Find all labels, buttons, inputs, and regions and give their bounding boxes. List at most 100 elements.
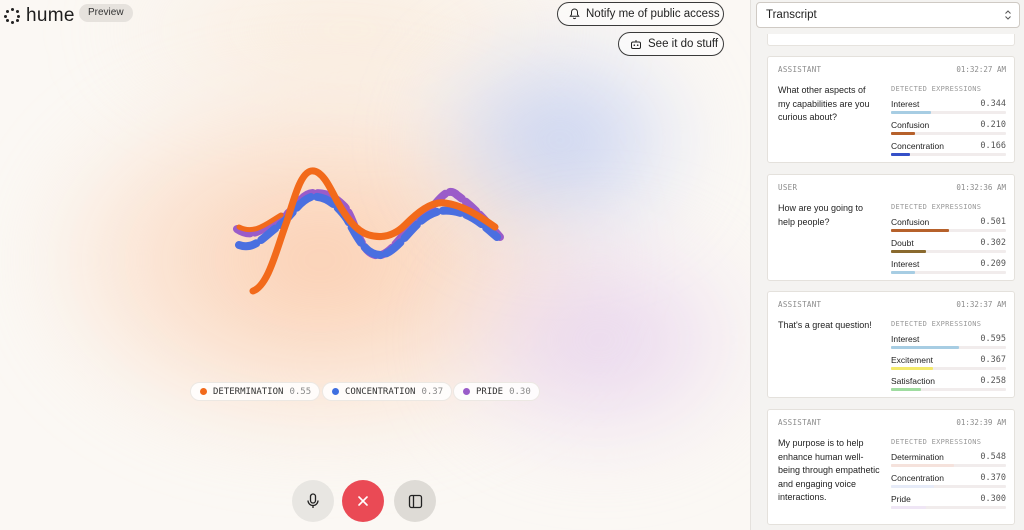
message-card: ASSISTANT 01:32:37 AM That's a great que…	[767, 291, 1015, 398]
expression-name: Determination	[891, 452, 944, 462]
pride-dot-icon	[463, 388, 470, 395]
expression-name: Pride	[891, 494, 911, 504]
see-label: See it do stuff	[648, 38, 719, 50]
expression-bar	[891, 271, 916, 274]
robot-icon	[631, 39, 641, 49]
expression-score: 0.209	[980, 259, 1006, 269]
message-role: ASSISTANT	[778, 65, 822, 74]
expression-name: Excitement	[891, 355, 934, 365]
expression-bar	[891, 250, 926, 253]
expression-row: Doubt 0.302	[891, 235, 1006, 256]
chevron-up-down-icon	[1005, 10, 1011, 20]
expression-name: Interest	[891, 99, 920, 109]
notify-label: Notify me of public access	[586, 8, 720, 20]
expressions-header: DETECTED EXPRESSIONS	[891, 85, 982, 93]
microphone-icon	[307, 493, 319, 508]
message-time: 01:32:37 AM	[956, 300, 1006, 309]
expression-bar	[891, 153, 911, 156]
message-role: ASSISTANT	[778, 300, 822, 309]
message-role: ASSISTANT	[778, 418, 822, 427]
close-icon	[358, 496, 368, 506]
transcript-list[interactable]: ASSISTANT 01:32:27 AM What other aspects…	[751, 34, 1024, 530]
expression-name: Concentration	[891, 141, 944, 151]
transcript-panel: Transcript ASSISTANT 01:32:27 AM What ot…	[750, 0, 1024, 530]
mic-button[interactable]	[292, 480, 334, 522]
logo-text: hume	[26, 5, 75, 26]
see-it-do-stuff-button[interactable]: See it do stuff	[618, 32, 724, 56]
preview-badge: Preview	[79, 4, 133, 22]
expressions-header: DETECTED EXPRESSIONS	[891, 320, 982, 328]
determination-dot-icon	[200, 388, 207, 395]
expression-score: 0.344	[980, 99, 1006, 109]
expression-bar	[891, 485, 934, 488]
expression-bar	[891, 346, 960, 349]
expression-row: Satisfaction 0.258	[891, 373, 1006, 394]
expression-waveform	[233, 167, 504, 295]
expression-bar	[891, 388, 921, 391]
expression-name: Confusion	[891, 120, 930, 130]
expression-name: Confusion	[891, 217, 930, 227]
expression-bar	[891, 229, 949, 232]
expression-score: 0.367	[980, 355, 1006, 365]
expression-score: 0.258	[980, 376, 1006, 386]
message-time: 01:32:39 AM	[956, 418, 1006, 427]
bell-icon	[569, 8, 580, 20]
expression-name: Interest	[891, 259, 920, 269]
message-card: ASSISTANT 01:32:27 AM What other aspects…	[767, 56, 1015, 163]
sidebar-toggle-icon	[408, 494, 422, 508]
previous-message-card	[767, 34, 1015, 46]
expression-row: Interest 0.595	[891, 331, 1006, 352]
message-card: USER 01:32:36 AM How are you going to he…	[767, 174, 1015, 281]
expression-row: Interest 0.209	[891, 256, 1006, 277]
expression-bar	[891, 506, 926, 509]
expression-bar	[891, 464, 955, 467]
expression-row: Confusion 0.501	[891, 214, 1006, 235]
message-text: That's a great question!	[778, 320, 872, 330]
legend-label: CONCENTRATION	[345, 386, 416, 397]
determination-wave	[249, 167, 499, 295]
detected-expressions: DETECTED EXPRESSIONS Interest 0.344 Confu…	[891, 85, 1006, 159]
end-call-button[interactable]	[342, 480, 384, 522]
hume-logo[interactable]: hume	[4, 5, 75, 27]
expressions-header: DETECTED EXPRESSIONS	[891, 438, 982, 446]
expression-row: Concentration 0.370	[891, 470, 1006, 491]
expression-row: Interest 0.344	[891, 96, 1006, 117]
legend-value: 0.55	[289, 386, 312, 397]
concentration-dot-icon	[332, 388, 339, 395]
legend-item-pride: PRIDE 0.30	[453, 382, 540, 401]
toggle-panel-button[interactable]	[394, 480, 436, 522]
expression-row: Pride 0.300	[891, 491, 1006, 512]
view-select[interactable]: Transcript	[756, 2, 1020, 28]
view-select-value: Transcript	[766, 9, 817, 21]
legend-item-concentration: CONCENTRATION 0.37	[322, 382, 453, 401]
message-text: What other aspects of my capabilities ar…	[778, 85, 870, 122]
expression-bar	[891, 367, 934, 370]
expression-bar	[891, 111, 931, 114]
expression-score: 0.595	[980, 334, 1006, 344]
expression-score: 0.166	[980, 141, 1006, 151]
notify-button[interactable]: Notify me of public access	[557, 2, 724, 26]
legend-label: PRIDE	[476, 386, 504, 397]
detected-expressions: DETECTED EXPRESSIONS Determination 0.548 …	[891, 438, 1006, 512]
expression-score: 0.302	[980, 238, 1006, 248]
expression-row: Determination 0.548	[891, 449, 1006, 470]
expressions-header: DETECTED EXPRESSIONS	[891, 203, 982, 211]
message-time: 01:32:36 AM	[956, 183, 1006, 192]
detected-expressions: DETECTED EXPRESSIONS Confusion 0.501 Doub…	[891, 203, 1006, 277]
logo-dots-icon	[4, 8, 20, 24]
expression-name: Interest	[891, 334, 920, 344]
legend-label: DETERMINATION	[213, 386, 284, 397]
legend-value: 0.37	[421, 386, 444, 397]
expression-row: Confusion 0.210	[891, 117, 1006, 138]
expression-name: Doubt	[891, 238, 914, 248]
expression-bar	[891, 132, 916, 135]
expression-score: 0.210	[980, 120, 1006, 130]
expression-score: 0.300	[980, 494, 1006, 504]
legend-item-determination: DETERMINATION 0.55	[190, 382, 321, 401]
expression-name: Satisfaction	[891, 376, 935, 386]
message-card: ASSISTANT 01:32:39 AM My purpose is to h…	[767, 409, 1015, 525]
expression-score: 0.501	[980, 217, 1006, 227]
detected-expressions: DETECTED EXPRESSIONS Interest 0.595 Excit…	[891, 320, 1006, 394]
expression-name: Concentration	[891, 473, 944, 483]
expression-score: 0.370	[980, 473, 1006, 483]
